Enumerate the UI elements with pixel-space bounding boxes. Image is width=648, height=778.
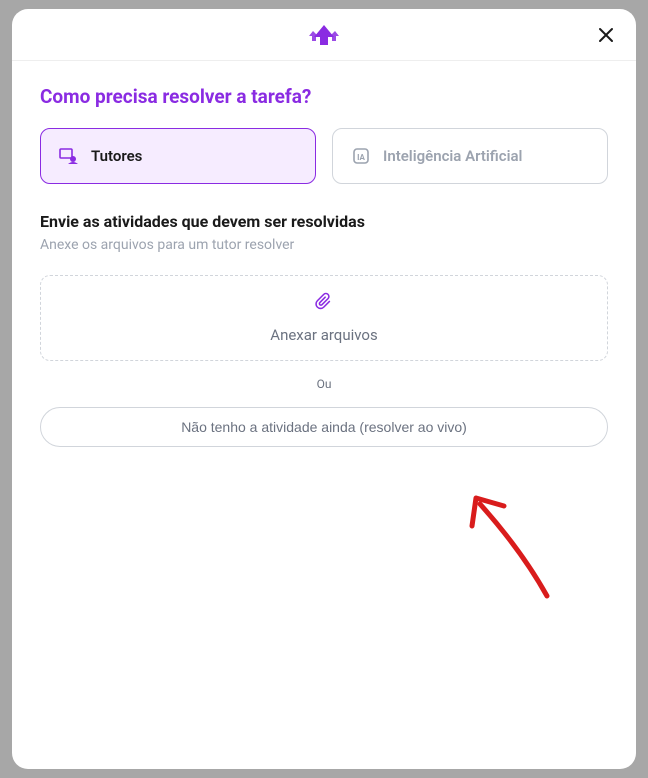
svg-text:IA: IA [357, 153, 365, 162]
ai-icon: IA [351, 146, 371, 166]
logo-icon [309, 23, 339, 47]
upload-subtitle: Anexe os arquivos para um tutor resolver [40, 237, 608, 253]
question-title: Como precisa resolver a tarefa? [40, 85, 608, 108]
dropzone-label: Anexar arquivos [270, 326, 377, 344]
brand-logo [309, 23, 339, 47]
option-tutors-label: Tutores [91, 147, 142, 165]
no-activity-button[interactable]: Não tenho a atividade ainda (resolver ao… [40, 407, 608, 447]
upload-title: Envie as atividades que devem ser resolv… [40, 212, 608, 231]
option-ai[interactable]: IA Inteligência Artificial [332, 128, 608, 184]
close-button[interactable] [596, 25, 616, 45]
attachment-icon [314, 292, 334, 316]
no-activity-label: Não tenho a atividade ainda (resolver ao… [181, 419, 467, 435]
option-ai-label: Inteligência Artificial [383, 147, 522, 165]
annotation-arrow [452, 476, 572, 606]
file-dropzone[interactable]: Anexar arquivos [40, 275, 608, 361]
option-tutors[interactable]: Tutores [40, 128, 316, 184]
options-row: Tutores IA Inteligência Artificial [40, 128, 608, 184]
tutors-icon [59, 146, 79, 166]
close-icon [598, 27, 614, 43]
modal-container: Como precisa resolver a tarefa? Tutores … [12, 9, 636, 769]
separator-label: Ou [40, 377, 608, 391]
modal-body: Como precisa resolver a tarefa? Tutores … [12, 61, 636, 769]
modal-header [12, 9, 636, 61]
